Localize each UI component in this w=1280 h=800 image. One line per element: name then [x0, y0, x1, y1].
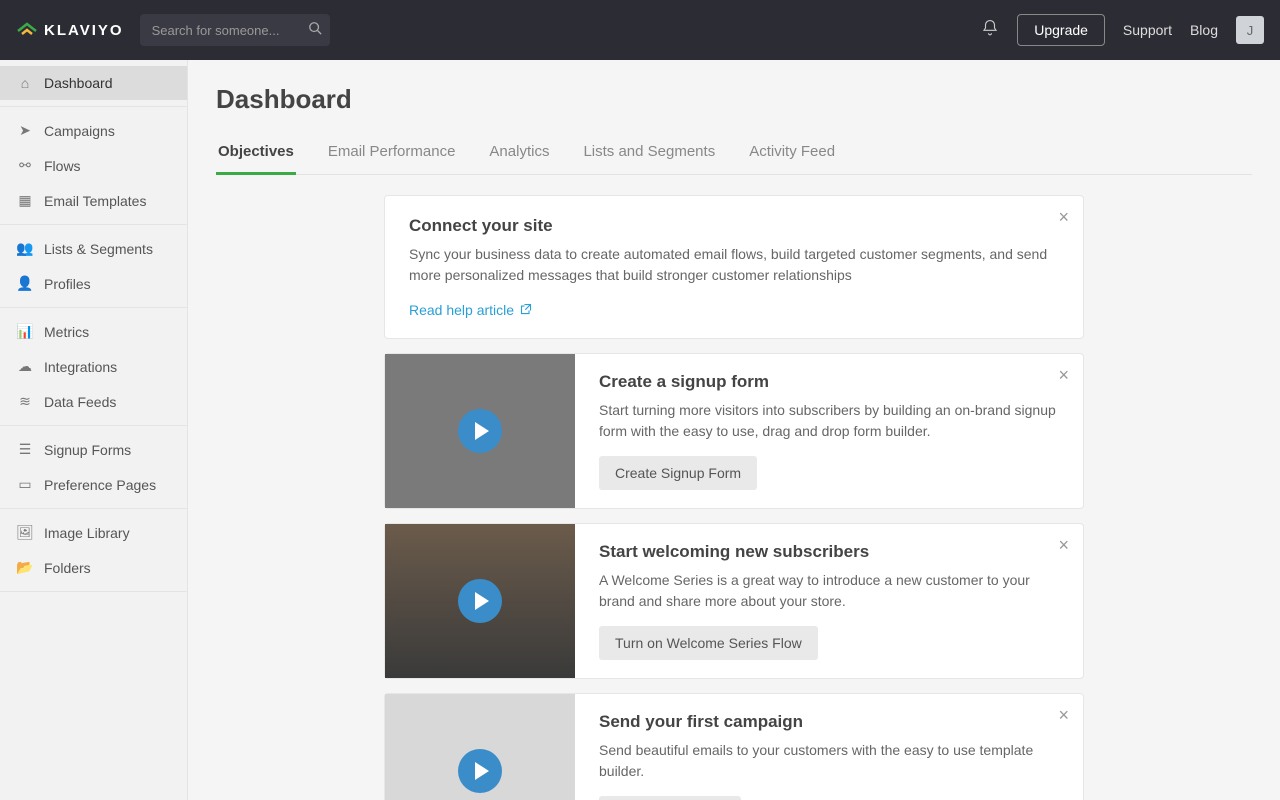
card-action-button[interactable]: Turn on Welcome Series Flow [599, 626, 818, 660]
sidebar-item-label: Signup Forms [44, 442, 131, 458]
tab-analytics[interactable]: Analytics [487, 133, 551, 175]
flow-icon: ⚯ [16, 157, 34, 174]
sidebar-item-integrations[interactable]: ☁ Integrations [0, 349, 187, 384]
sidebar-item-campaigns[interactable]: ➤ Campaigns [0, 113, 187, 148]
card-body: Send beautiful emails to your customers … [599, 740, 1059, 782]
card-action-button[interactable]: Create Signup Form [599, 456, 757, 490]
sidebar-item-image-library[interactable]: 🖼 Image Library [0, 515, 187, 550]
sidebar-item-label: Image Library [44, 525, 130, 541]
close-icon[interactable]: × [1058, 366, 1069, 384]
close-icon[interactable]: × [1058, 536, 1069, 554]
chart-icon: 📊 [16, 323, 34, 340]
tab-objectives[interactable]: Objectives [216, 133, 296, 175]
card-title: Send your first campaign [599, 712, 1059, 732]
tab-email-performance[interactable]: Email Performance [326, 133, 458, 175]
sidebar-item-folders[interactable]: 📂 Folders [0, 550, 187, 585]
close-icon[interactable]: × [1058, 208, 1069, 226]
sidebar-item-flows[interactable]: ⚯ Flows [0, 148, 187, 183]
sidebar-item-dashboard[interactable]: ⌂ Dashboard [0, 66, 187, 100]
support-link[interactable]: Support [1123, 22, 1172, 38]
objective-card: ×Create a signup form Start turning more … [384, 353, 1084, 509]
sidebar-item-label: Flows [44, 158, 81, 174]
sidebar-item-signup-forms[interactable]: ☰ Signup Forms [0, 432, 187, 467]
avatar[interactable]: J [1236, 16, 1264, 44]
tab-activity-feed[interactable]: Activity Feed [747, 133, 837, 175]
card-title: Start welcoming new subscribers [599, 542, 1059, 562]
sidebar: ⌂ Dashboard ➤ Campaigns ⚯ Flows ▦ Email Templat… [0, 60, 188, 800]
search-icon [308, 21, 322, 40]
tab-lists-and-segments[interactable]: Lists and Segments [581, 133, 717, 175]
card-body: A Welcome Series is a great way to intro… [599, 570, 1059, 612]
card-body: Start turning more visitors into subscri… [599, 400, 1059, 442]
video-thumbnail[interactable] [385, 694, 575, 800]
tabs: Objectives Email Performance Analytics List… [216, 133, 1252, 175]
video-thumbnail[interactable] [385, 354, 575, 508]
sidebar-item-label: Campaigns [44, 123, 115, 139]
home-icon: ⌂ [16, 75, 34, 91]
sidebar-item-label: Metrics [44, 324, 89, 340]
video-thumbnail[interactable] [385, 524, 575, 678]
brand-name: KLAVIYO [44, 22, 124, 39]
sidebar-item-lists-segments[interactable]: 👥 Lists & Segments [0, 231, 187, 266]
notifications-icon[interactable] [981, 19, 999, 42]
page-header: Dashboard Objectives Email Performance Ana… [188, 60, 1280, 175]
template-icon: ▦ [16, 192, 34, 209]
objective-card: ×Connect your site Sync your business dat… [384, 195, 1084, 339]
close-icon[interactable]: × [1058, 706, 1069, 724]
sidebar-item-label: Dashboard [44, 75, 113, 91]
sidebar-item-label: Profiles [44, 276, 91, 292]
upgrade-button[interactable]: Upgrade [1017, 14, 1105, 46]
folder-icon: 📂 [16, 559, 34, 576]
card-body: Sync your business data to create automa… [409, 244, 1059, 286]
user-icon: 👤 [16, 275, 34, 292]
logo-mark-icon [16, 21, 38, 39]
sidebar-item-label: Folders [44, 560, 91, 576]
sidebar-item-label: Integrations [44, 359, 117, 375]
sidebar-item-label: Lists & Segments [44, 241, 153, 257]
search-box [140, 14, 330, 46]
play-icon [458, 409, 502, 453]
sidebar-item-data-feeds[interactable]: ≋ Data Feeds [0, 384, 187, 419]
sidebar-item-label: Preference Pages [44, 477, 156, 493]
search-input[interactable] [140, 14, 330, 46]
read-help-link[interactable]: Read help article [409, 302, 1059, 318]
cloud-icon: ☁ [16, 358, 34, 375]
blog-link[interactable]: Blog [1190, 22, 1218, 38]
sidebar-item-label: Data Feeds [44, 394, 116, 410]
main-content: Dashboard Objectives Email Performance Ana… [188, 60, 1280, 800]
play-icon [458, 749, 502, 793]
image-icon: 🖼 [16, 524, 34, 541]
sidebar-item-label: Email Templates [44, 193, 146, 209]
sidebar-item-profiles[interactable]: 👤 Profiles [0, 266, 187, 301]
card-action-button[interactable]: Create Campaign [599, 796, 741, 800]
sidebar-item-email-templates[interactable]: ▦ Email Templates [0, 183, 187, 218]
objective-card: ×Send your first campaign Send beautiful … [384, 693, 1084, 800]
page-icon: ▭ [16, 476, 34, 493]
external-link-icon [520, 302, 532, 318]
objective-card: ×Start welcoming new subscribers A Welcom… [384, 523, 1084, 679]
users-icon: 👥 [16, 240, 34, 257]
form-icon: ☰ [16, 441, 34, 458]
sidebar-item-metrics[interactable]: 📊 Metrics [0, 314, 187, 349]
feed-icon: ≋ [16, 393, 34, 410]
topbar: KLAVIYO Upgrade Support Blog J [0, 0, 1280, 60]
objective-cards: ×Connect your siteSync your business dat… [364, 195, 1104, 800]
sidebar-item-preference-pages[interactable]: ▭ Preference Pages [0, 467, 187, 502]
card-title: Connect your site [409, 216, 1059, 236]
play-icon [458, 579, 502, 623]
card-title: Create a signup form [599, 372, 1059, 392]
page-title: Dashboard [216, 84, 1252, 115]
paper-plane-icon: ➤ [16, 122, 34, 139]
brand-logo[interactable]: KLAVIYO [16, 21, 124, 39]
top-actions: Upgrade Support Blog J [981, 14, 1264, 46]
